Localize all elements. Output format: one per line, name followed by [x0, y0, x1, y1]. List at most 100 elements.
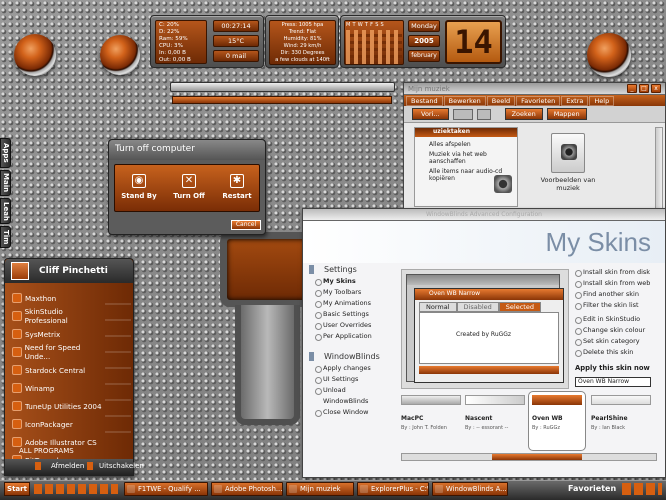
preview-tab-disabled: Disabled — [456, 302, 499, 312]
action-edit-skinstudio[interactable]: Edit in SkinStudio — [575, 314, 665, 325]
mail-count[interactable]: 0 mail — [213, 50, 259, 62]
program-label: IconPackager — [25, 419, 73, 429]
all-programs-button[interactable]: ALL PROGRAMS — [19, 447, 74, 455]
link-basic-settings[interactable]: Basic Settings — [315, 309, 391, 320]
skin-name: PearlShine — [591, 415, 628, 422]
taskbar-item-windowblinds[interactable]: WindowBlinds A... — [432, 482, 508, 496]
calendar-weekday-header: M T W T F S S — [346, 22, 385, 28]
side-tab-apps[interactable]: Apps — [0, 138, 11, 168]
program-stardock[interactable]: Stardock Central — [8, 361, 104, 379]
weather-wind: Wind: 29 km/h — [283, 43, 322, 49]
folders-button[interactable]: Mappen — [546, 108, 587, 120]
action-set-category[interactable]: Set skin category — [575, 336, 665, 347]
turnoff-label: Turn Off — [173, 192, 205, 200]
link-unload-wb[interactable]: Unload WindowBlinds — [315, 385, 391, 407]
tuneup-icon — [12, 401, 22, 411]
wb-title: WindowBlinds Advanced Configuration — [426, 211, 542, 218]
link-apply-changes[interactable]: Apply changes — [315, 363, 391, 374]
menu-beeld[interactable]: Beeld — [486, 95, 516, 106]
explorer-scrollbar[interactable] — [655, 127, 663, 209]
action-install-disk[interactable]: Install skin from disk — [575, 267, 665, 278]
program-label: Need for Speed Unde... — [24, 343, 81, 361]
link-my-skins[interactable]: My Skins — [315, 276, 391, 287]
weather-trend: Trend: Flat — [288, 29, 317, 35]
skin-item-oven-selected[interactable]: Oven WB By : RuGGz — [528, 391, 586, 451]
stardock-icon — [12, 365, 22, 375]
task-buy-music[interactable]: Muziek via het web aanschaffen — [415, 148, 517, 165]
action-install-web[interactable]: Install skin from web — [575, 278, 665, 289]
action-find-skin[interactable]: Find another skin — [575, 289, 665, 300]
link-user-overrides[interactable]: User Overrides — [315, 320, 391, 331]
taskbar-item-photoshop[interactable]: Adobe Photosh... — [211, 482, 283, 496]
link-ui-settings[interactable]: UI Settings — [315, 374, 391, 385]
taskbar-item-mijn-muziek[interactable]: Mijn muziek — [286, 482, 354, 496]
start-menu-header: Cliff Pinchetti — [5, 259, 133, 283]
media-bar[interactable] — [170, 82, 395, 92]
month: february — [408, 50, 440, 62]
program-winamp[interactable]: Winamp — [8, 379, 104, 397]
menu-bewerken[interactable]: Bewerken — [443, 95, 486, 106]
minimize-icon[interactable]: _ — [627, 84, 637, 93]
side-tab-tim[interactable]: Tim — [0, 226, 11, 248]
side-tab-main[interactable]: Main — [0, 170, 11, 196]
program-tuneup[interactable]: TuneUp Utilities 2004 — [8, 397, 104, 415]
program-iconpackager[interactable]: IconPackager — [8, 415, 104, 433]
back-button[interactable]: Vori... — [412, 108, 449, 120]
music-folder-label: Voorbeelden van muziek — [540, 176, 596, 192]
action-change-colour[interactable]: Change skin colour — [575, 325, 665, 336]
settings-section-title: Settings — [309, 265, 391, 274]
turnoff-button[interactable]: ✕ Turn Off — [171, 171, 207, 207]
close-icon[interactable]: x — [651, 84, 661, 93]
link-per-application[interactable]: Per Application — [315, 331, 391, 342]
preview-title: Oven WB Narrow — [429, 290, 481, 297]
skin-item-macpc[interactable]: MacPC By : John T. Folden — [401, 395, 461, 451]
tasks-header[interactable]: uziektaken — [415, 128, 517, 137]
apply-skin-select[interactable]: Oven WB Narrow — [575, 377, 651, 387]
skin-item-pearlshine[interactable]: PearlShine By : Ian Black — [591, 395, 651, 451]
sysmetrix-icon — [12, 329, 22, 339]
standby-button[interactable]: ◉ Stand By — [121, 171, 157, 207]
program-nfs[interactable]: Need for Speed Unde... — [8, 343, 104, 361]
program-sysmetrix[interactable]: SysMetrix — [8, 325, 104, 343]
taskbar-item-explorerplus[interactable]: ExplorerPlus - C:\... — [357, 482, 429, 496]
link-close-window[interactable]: Close Window — [315, 407, 391, 418]
side-tab-leah[interactable]: Leah — [0, 198, 11, 224]
shutdown-cancel-button[interactable]: Cancel — [231, 220, 261, 230]
restart-label: Restart — [222, 192, 252, 200]
skin-author: By : Ian Black — [591, 425, 626, 431]
calendar-days — [346, 30, 402, 64]
action-delete-skin[interactable]: Delete this skin — [575, 347, 665, 358]
explorer-menubar: Bestand Bewerken Beeld Favorieten Extra … — [404, 95, 665, 106]
link-my-animations[interactable]: My Animations — [315, 298, 391, 309]
tray-favorites[interactable]: Favorieten — [568, 484, 616, 493]
menu-extra[interactable]: Extra — [561, 95, 589, 106]
scroll-thumb[interactable] — [492, 454, 582, 460]
explorer-titlebar[interactable]: Mijn muziek _ □ x — [404, 83, 665, 95]
music-folder[interactable]: Voorbeelden van muziek — [536, 133, 600, 192]
menu-bestand[interactable]: Bestand — [406, 95, 443, 106]
wb-titlebar[interactable]: WindowBlinds Advanced Configuration — [303, 209, 665, 221]
program-label: Adobe Illustrator CS — [25, 437, 97, 447]
program-maxthon[interactable]: Maxthon — [8, 289, 104, 307]
search-button[interactable]: Zoeken — [504, 108, 543, 120]
orb-decoration-right — [587, 33, 631, 77]
logoff-button[interactable]: Afmelden — [35, 462, 84, 470]
task-play-all[interactable]: Alles afspelen — [415, 137, 517, 148]
menu-help[interactable]: Help — [589, 95, 615, 106]
user-name: Cliff Pinchetti — [39, 266, 108, 276]
skin-item-nascent[interactable]: Nascent By : -- essorant -- — [465, 395, 525, 451]
restart-button[interactable]: ✱ Restart — [219, 171, 255, 207]
skin-list-scrollbar[interactable] — [401, 453, 657, 461]
maximize-icon[interactable]: □ — [639, 84, 649, 93]
taskbar-item-f1twe[interactable]: F1TWE - Qualify ... — [124, 482, 208, 496]
shutdown-menu-button[interactable]: Uitschakelen — [87, 462, 144, 470]
action-filter-list[interactable]: Filter the skin list — [575, 300, 665, 311]
up-button[interactable] — [476, 108, 491, 120]
explorer-tasks: uziektaken Alles afspelen Muziek via het… — [414, 127, 518, 207]
program-skinstudio[interactable]: SkinStudio Professional — [8, 307, 104, 325]
link-my-toolbars[interactable]: My Toolbars — [315, 287, 391, 298]
shutdown-dialog: Turn off computer ◉ Stand By ✕ Turn Off ✱ R… — [108, 139, 266, 235]
start-button[interactable]: Start — [4, 482, 30, 496]
menu-favorieten[interactable]: Favorieten — [516, 95, 561, 106]
forward-button[interactable] — [452, 108, 473, 120]
